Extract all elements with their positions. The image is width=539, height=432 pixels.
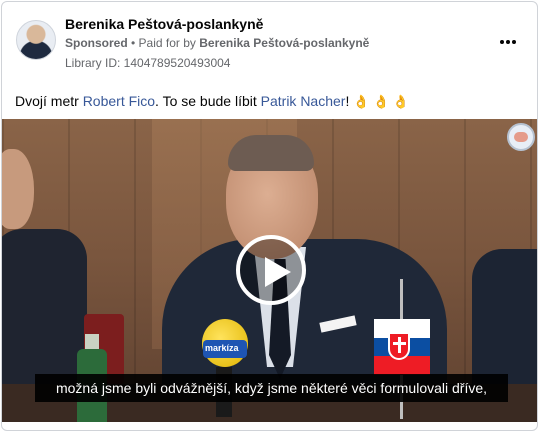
play-icon bbox=[265, 257, 291, 287]
subtitle-text: možná jsme byli odvážnější, když jsme ně… bbox=[55, 380, 488, 396]
page-name-link[interactable]: Berenika Peštová-poslankyně bbox=[65, 16, 263, 32]
video-player[interactable]: markíza možná jsme byli odvážnější, když… bbox=[2, 119, 537, 422]
ad-card: Berenika Peštová-poslankyně Sponsored • … bbox=[1, 1, 538, 431]
speaker-hair bbox=[228, 135, 314, 171]
mention-robert-fico[interactable]: Robert Fico bbox=[83, 93, 155, 109]
post-text-part2: . To se bude líbit bbox=[155, 93, 261, 109]
post-text: Dvojí metr Robert Fico. To se bude líbit… bbox=[15, 93, 409, 110]
more-horizontal-icon bbox=[500, 40, 516, 44]
paid-for-prefix: • Paid for by bbox=[127, 36, 200, 50]
page-avatar[interactable] bbox=[16, 20, 56, 60]
post-text-part1: Dvojí metr bbox=[15, 93, 83, 109]
channel-logo-icon bbox=[507, 123, 535, 151]
subtitle-box: možná jsme byli odvážnější, když jsme ně… bbox=[35, 374, 508, 402]
mention-patrik-nacher[interactable]: Patrik Nacher bbox=[261, 93, 346, 109]
sponsored-line: Sponsored • Paid for by Berenika Peštová… bbox=[65, 36, 369, 50]
ok-hand-emoji: 👌 👌 👌 bbox=[353, 94, 410, 109]
paid-for-name[interactable]: Berenika Peštová-poslankyně bbox=[199, 36, 369, 50]
coat-of-arms-icon bbox=[388, 332, 410, 360]
play-button[interactable] bbox=[236, 235, 306, 305]
mic-brand-label: markíza bbox=[205, 343, 239, 353]
library-id: Library ID: 1404789520493004 bbox=[65, 56, 231, 70]
more-options-button[interactable] bbox=[496, 34, 520, 50]
sponsored-label: Sponsored bbox=[65, 36, 128, 50]
